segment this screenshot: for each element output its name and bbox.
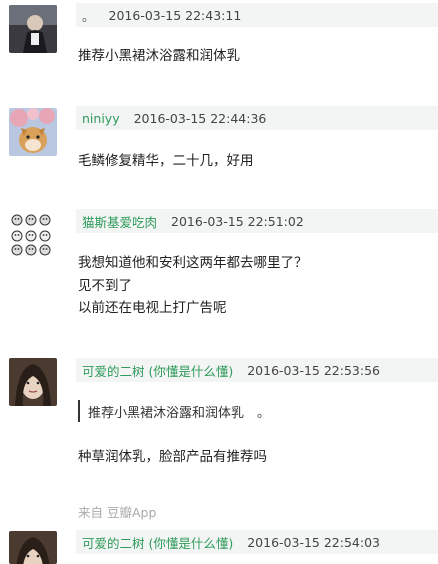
author-name[interactable]: 。 xyxy=(82,6,95,25)
comment-time: 2016-03-15 22:44:36 xyxy=(133,110,267,126)
comment-header: 可爱的二树 (你懂是什么懂) 2016-03-15 22:53:56 xyxy=(76,358,438,382)
comment-text: 种草润体乳，脸部产品有推荐吗 xyxy=(78,449,267,465)
comment-text: 推荐小黑裙沐浴露和润体乳 xyxy=(78,48,240,64)
comment-text: 以前还在电视上打广告呢 xyxy=(78,300,227,316)
comment-time: 2016-03-15 22:51:02 xyxy=(171,213,304,229)
avatar[interactable] xyxy=(9,531,57,564)
quoted-reply: 推荐小黑裙沐浴露和润体乳 。 xyxy=(78,400,270,422)
avatar[interactable] xyxy=(9,358,57,406)
comment-source: 来自 豆瓣App xyxy=(78,505,157,520)
comment-text: 我想知道他和安利这两年都去哪里了？ xyxy=(78,255,308,271)
comment-text: 毛鳞修复精华，二十几，好用 xyxy=(78,153,254,169)
avatar[interactable] xyxy=(9,108,57,156)
comment-header: 可爱的二树 (你懂是什么懂) 2016-03-15 22:54:03 xyxy=(76,530,438,554)
author-name[interactable]: 可爱的二树 (你懂是什么懂) xyxy=(82,361,233,380)
comment-header: niniyy 2016-03-15 22:44:36 xyxy=(76,106,438,130)
comment-header: 。 2016-03-15 22:43:11 xyxy=(76,3,438,27)
avatar[interactable] xyxy=(9,5,57,53)
avatar[interactable] xyxy=(9,210,57,258)
comment-text: 见不到了 xyxy=(78,278,132,294)
comment-header: 猫斯基爱吃肉 2016-03-15 22:51:02 xyxy=(76,209,438,233)
comment-time: 2016-03-15 22:53:56 xyxy=(247,362,380,378)
author-name[interactable]: niniyy xyxy=(82,111,120,126)
comment-time: 2016-03-15 22:43:11 xyxy=(108,7,242,23)
comment-time: 2016-03-15 22:54:03 xyxy=(247,534,380,550)
author-name[interactable]: 可爱的二树 (你懂是什么懂) xyxy=(82,533,233,552)
author-name[interactable]: 猫斯基爱吃肉 xyxy=(82,212,157,231)
